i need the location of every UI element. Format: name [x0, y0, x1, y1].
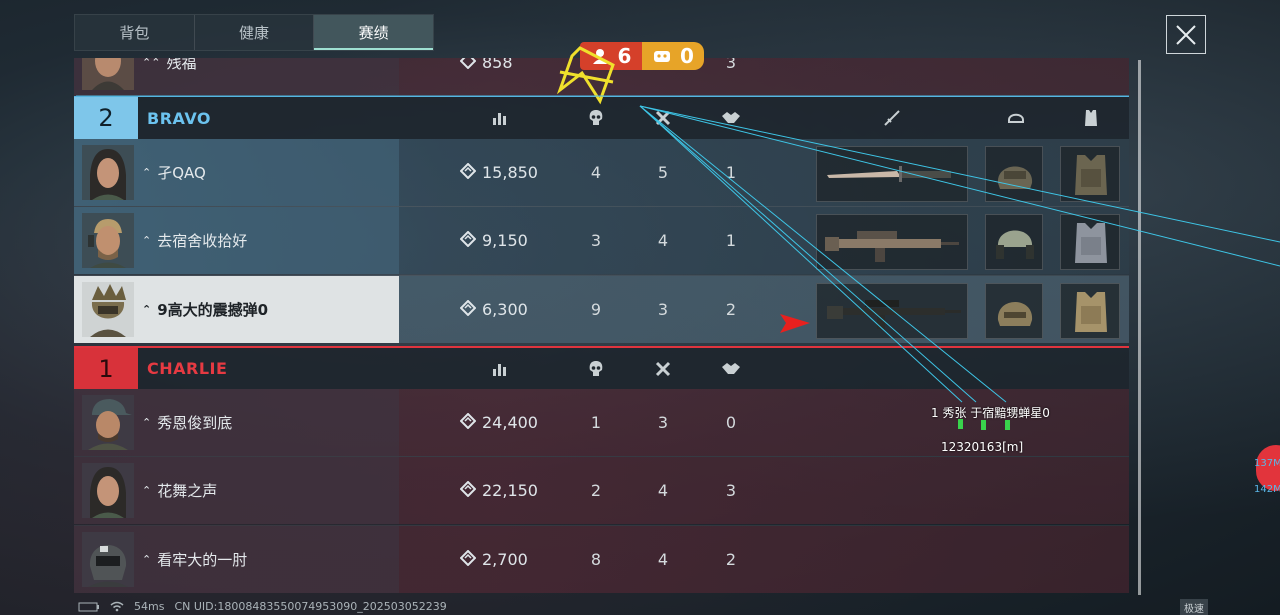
tracer-line — [639, 105, 963, 403]
wifi-icon — [110, 601, 124, 612]
tracer-line — [639, 105, 1280, 243]
tracer-line — [639, 105, 977, 403]
offscreen-distance: 142M — [1254, 484, 1280, 495]
esp-marker — [981, 420, 986, 430]
esp-marker — [1005, 420, 1010, 430]
red-arrow-icon — [780, 314, 810, 333]
offscreen-distance: 137M — [1254, 458, 1280, 469]
tracer-line — [639, 105, 1007, 403]
esp-overlay — [76, 46, 1280, 430]
esp-label-names: 1 秀张 于宿黯甥蝉星0 — [931, 406, 1050, 420]
status-bar: 54ms CN UID:1800848355007495309​0_202503… — [78, 598, 447, 615]
speed-tag: 极速 — [1180, 599, 1208, 615]
esp-label-distance: 12320163[m] — [941, 440, 1024, 454]
battery-icon — [78, 602, 99, 611]
user-uid: CN UID:1800848355007495309​0_20250305223… — [174, 600, 447, 613]
tracer-line — [639, 105, 1280, 267]
ping-value: 54ms — [134, 600, 165, 613]
